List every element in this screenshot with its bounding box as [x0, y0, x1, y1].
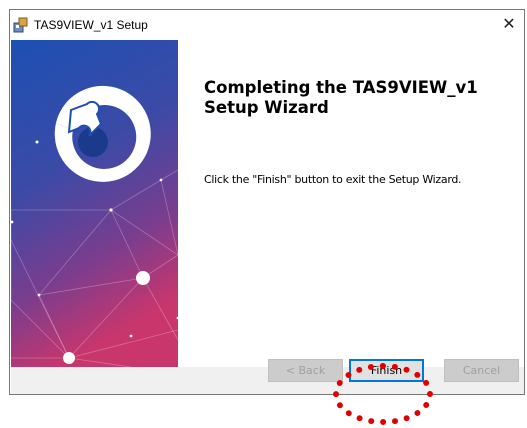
- wizard-content: Completing the TAS9VIEW_v1 Setup Wizard …: [178, 40, 524, 367]
- installer-icon: [13, 17, 29, 33]
- title-bar: TAS9VIEW_v1 Setup ✕: [10, 10, 524, 40]
- back-button[interactable]: < Back: [268, 359, 343, 382]
- cancel-button[interactable]: Cancel: [444, 359, 519, 382]
- annotation-highlight-circle: [333, 363, 433, 425]
- close-icon[interactable]: ✕: [494, 10, 524, 40]
- wizard-banner: [11, 40, 178, 367]
- instruction-text: Click the "Finish" button to exit the Se…: [204, 173, 462, 186]
- page-title: Completing the TAS9VIEW_v1 Setup Wizard: [204, 78, 478, 117]
- setup-window: TAS9VIEW_v1 Setup ✕ Completing the TAS9V…: [9, 9, 525, 395]
- window-title: TAS9VIEW_v1 Setup: [34, 18, 148, 32]
